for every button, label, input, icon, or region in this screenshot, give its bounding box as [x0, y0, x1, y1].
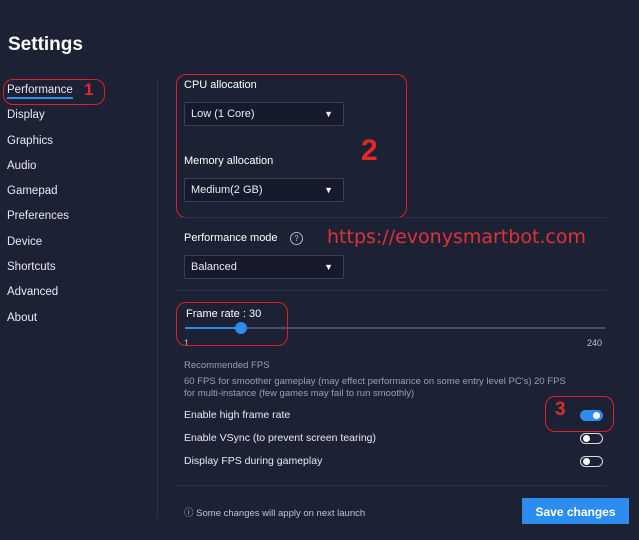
sidebar-divider: [157, 78, 158, 518]
sidebar-item-advanced[interactable]: Advanced: [7, 284, 73, 309]
sidebar-item-label: Advanced: [7, 286, 59, 299]
footer-note-text: Some changes will apply on next launch: [196, 508, 366, 519]
annotation-number-1: 1: [84, 80, 94, 99]
toggle-label-vsync: Enable VSync (to prevent screen tearing): [184, 432, 377, 444]
performance-mode-select[interactable]: Balanced ▼: [184, 255, 344, 279]
watermark-url: https://evonysmartbot.com: [327, 226, 587, 248]
recommended-fps-line2: for multi-instance (few games may fail t…: [184, 388, 415, 399]
toggle-label-display-fps: Display FPS during gameplay: [184, 455, 323, 467]
caret-down-icon: ▼: [324, 262, 333, 272]
sidebar-item-graphics[interactable]: Graphics: [7, 133, 73, 158]
sidebar-item-label: Gamepad: [7, 185, 58, 198]
sidebar-item-preferences[interactable]: Preferences: [7, 208, 73, 233]
display-fps-toggle[interactable]: [580, 456, 603, 467]
annotation-number-3: 3: [555, 399, 566, 420]
performance-mode-value: Balanced: [191, 261, 237, 273]
save-changes-button[interactable]: Save changes: [522, 498, 629, 524]
annotation-box-frame-rate: [176, 302, 288, 346]
sidebar-item-label: Display: [7, 109, 45, 122]
sidebar-item-audio[interactable]: Audio: [7, 158, 73, 183]
toggle-knob: [583, 458, 590, 465]
sidebar-item-display[interactable]: Display: [7, 107, 73, 132]
annotation-number-2: 2: [361, 134, 378, 167]
recommended-fps-line1: 60 FPS for smoother gameplay (may effect…: [184, 376, 566, 387]
section-divider: [176, 485, 606, 486]
sidebar-item-device[interactable]: Device: [7, 234, 73, 259]
frame-rate-max-label: 240: [587, 338, 603, 348]
sidebar-item-label: About: [7, 311, 38, 324]
sidebar-item-about[interactable]: About: [7, 310, 73, 335]
performance-mode-label: Performance mode: [184, 232, 278, 244]
info-circle-icon: ⓘ: [184, 508, 194, 519]
help-circle-icon[interactable]: ?: [290, 232, 303, 245]
vsync-toggle[interactable]: [580, 433, 603, 444]
recommended-fps-title: Recommended FPS: [184, 360, 270, 371]
sidebar-item-label: Audio: [7, 159, 37, 172]
sidebar-nav: Performance Display Graphics Audio Gamep…: [7, 82, 73, 335]
sidebar-item-label: Preferences: [7, 210, 70, 223]
toggle-knob: [583, 435, 590, 442]
sidebar-item-label: Shortcuts: [7, 261, 56, 274]
section-divider: [176, 217, 606, 218]
toggle-label-high-frame-rate: Enable high frame rate: [184, 409, 291, 421]
sidebar-item-gamepad[interactable]: Gamepad: [7, 183, 73, 208]
sidebar-item-shortcuts[interactable]: Shortcuts: [7, 259, 73, 284]
page-title: Settings: [8, 34, 83, 55]
footer-note: ⓘ Some changes will apply on next launch: [184, 505, 365, 519]
section-divider: [176, 290, 606, 291]
sidebar-item-label: Graphics: [7, 134, 54, 147]
sidebar-item-label: Device: [7, 235, 43, 248]
